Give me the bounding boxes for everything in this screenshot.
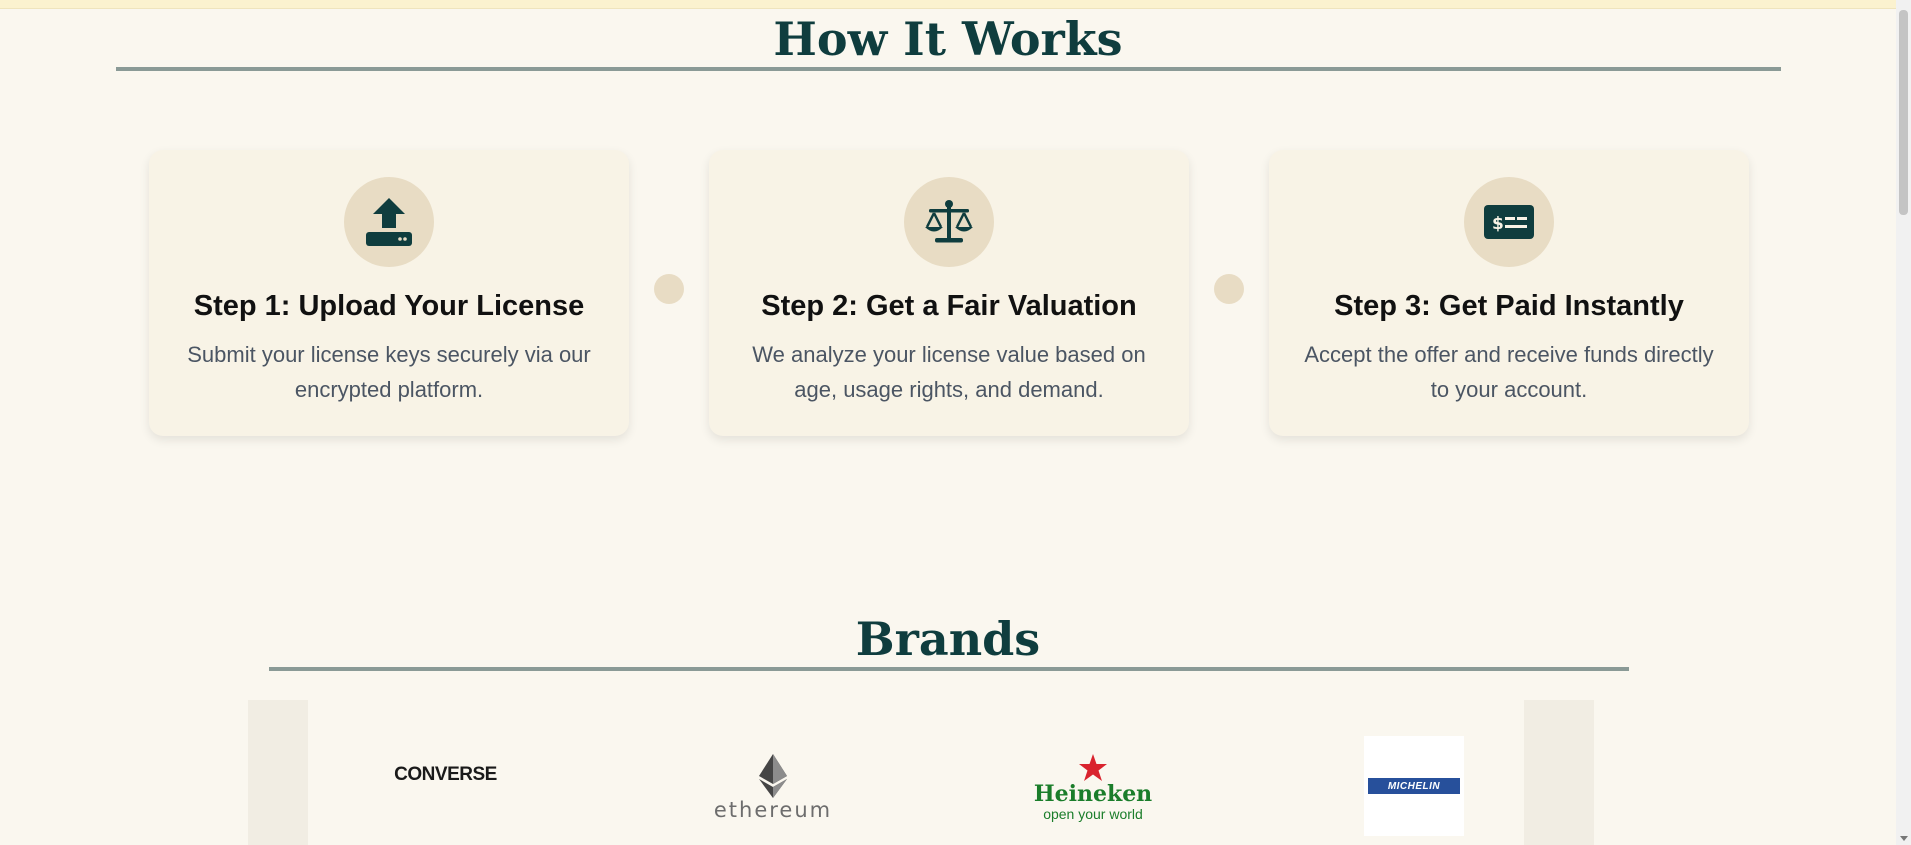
heineken-tagline: open your world <box>1043 806 1143 822</box>
scale-icon <box>925 200 973 243</box>
svg-text:$: $ <box>1492 214 1504 234</box>
michelin-logo-text: MICHELIN <box>1368 778 1460 794</box>
brand-logo-heineken: Heineken open your world <box>1028 750 1158 826</box>
how-it-works-title: How It Works <box>773 12 1123 66</box>
converse-logo-text: CONVERSE <box>394 764 497 785</box>
scrollbar-thumb[interactable] <box>1899 10 1908 215</box>
step-title: Step 1: Upload Your License <box>193 290 585 322</box>
ethereum-logo-text: ethereum <box>713 798 833 822</box>
scroll-down-arrow-icon[interactable] <box>1900 836 1908 841</box>
money-bill-icon-circle: $ <box>1464 177 1554 267</box>
brands-underline <box>269 667 1629 671</box>
step-title: Step 3: Get Paid Instantly <box>1334 290 1684 322</box>
money-bill-icon: $ <box>1484 205 1534 239</box>
faded-logo-left <box>248 700 308 845</box>
step-connector-dot <box>1214 274 1244 304</box>
brand-logo-converse: CONVERSE <box>368 750 523 800</box>
scale-icon-circle <box>904 177 994 267</box>
brands-title: Brands <box>855 612 1041 666</box>
step-description: Submit your license keys securely via ou… <box>187 342 591 402</box>
step-title: Step 2: Get a Fair Valuation <box>761 290 1137 322</box>
brand-logo-ethereum: ethereum <box>708 748 838 828</box>
brands-carousel: CONVERSE ethereum Heineken open your wor… <box>248 700 1648 845</box>
upload-icon <box>366 198 412 246</box>
step-description: Accept the offer and receive funds direc… <box>1304 342 1714 402</box>
step-description: We analyze your license value based on a… <box>752 342 1146 402</box>
step-card-1: Step 1: Upload Your License Submit your … <box>149 150 629 436</box>
brand-logo-michelin: MICHELIN <box>1364 736 1464 836</box>
top-notice-strip <box>0 0 1896 9</box>
how-it-works-underline <box>116 67 1781 71</box>
faded-logo-right <box>1524 700 1594 845</box>
heineken-logo-text: Heineken <box>1033 781 1153 807</box>
red-star-icon <box>1079 754 1107 781</box>
step-card-3: $ Step 3: Get Paid Instantly Accept the … <box>1269 150 1749 436</box>
step-connector-dot <box>654 274 684 304</box>
ethereum-diamond-icon <box>759 754 787 798</box>
vertical-scrollbar[interactable] <box>1896 0 1911 845</box>
step-card-2: Step 2: Get a Fair Valuation We analyze … <box>709 150 1189 436</box>
upload-icon-circle <box>344 177 434 267</box>
